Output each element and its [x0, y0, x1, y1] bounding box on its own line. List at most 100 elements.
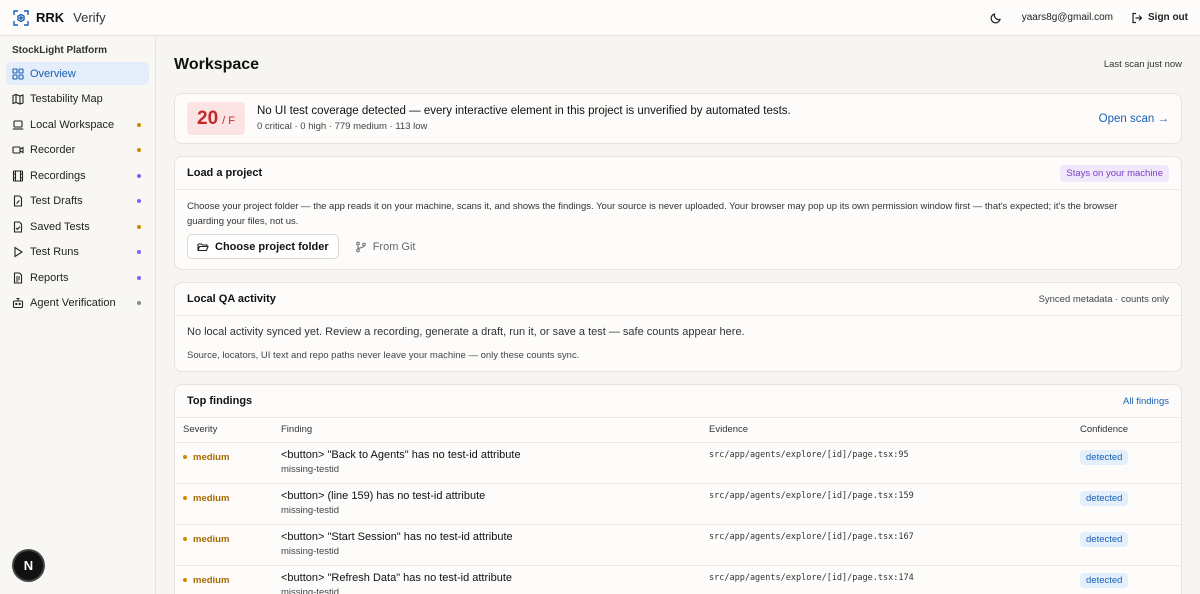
- status-dot: [137, 301, 141, 305]
- sidebar-item-test-runs[interactable]: Test Runs: [6, 241, 149, 264]
- finding-code: missing-testid: [281, 463, 340, 475]
- score-card: 20 / F No UI test coverage detected — ev…: [174, 93, 1182, 144]
- column-finding[interactable]: Finding: [273, 418, 701, 443]
- finding-cell: <button> "Back to Agents" has no test-id…: [273, 442, 701, 484]
- local-qa-meta: Synced metadata · counts only: [1038, 293, 1169, 305]
- brand-subtitle: Verify: [73, 10, 106, 25]
- film-icon: [12, 169, 24, 182]
- finding-cell: <button> "Start Session" has no test-id …: [273, 524, 701, 566]
- choose-project-folder-label: Choose project folder: [215, 240, 329, 253]
- confidence-cell: detected: [1072, 483, 1181, 525]
- severity-dot: [183, 537, 187, 541]
- evidence-cell: src/app/agents/explore/[id]/page.tsx:159: [701, 483, 1072, 525]
- status-dot: [137, 250, 141, 254]
- local-qa-privacy-note: Source, locators, UI text and repo paths…: [187, 350, 580, 361]
- score-badge: 20 / F: [187, 102, 245, 135]
- open-scan-link[interactable]: Open scan →: [1099, 113, 1169, 125]
- sidebar-item-recorder[interactable]: Recorder: [6, 139, 149, 162]
- finding-title: <button> "Refresh Data" has no test-id a…: [281, 571, 512, 584]
- severity-dot: [183, 496, 187, 500]
- table-row[interactable]: medium <button> "Start Session" has no te…: [175, 524, 1181, 566]
- sidebar-item-test-drafts[interactable]: Test Drafts: [6, 190, 149, 213]
- severity-cell: medium: [175, 524, 273, 566]
- sidebar-item-label: Local Workspace: [30, 118, 115, 131]
- sidebar-item-label: Saved Tests: [30, 220, 90, 233]
- brand[interactable]: RRK Verify: [12, 9, 106, 27]
- sidebar-item-recordings[interactable]: Recordings: [6, 164, 149, 187]
- choose-project-folder-button[interactable]: Choose project folder: [187, 234, 339, 259]
- table-row[interactable]: medium <button> "Refresh Data" has no tes…: [175, 565, 1181, 594]
- table-row[interactable]: medium <button> "Back to Agents" has no t…: [175, 442, 1181, 484]
- status-dot: [137, 199, 141, 203]
- local-qa-empty-message: No local activity synced yet. Review a r…: [187, 326, 745, 338]
- confidence-cell: detected: [1072, 565, 1181, 594]
- evidence-path[interactable]: src/app/agents/explore/[id]/page.tsx:167: [709, 531, 1064, 542]
- column-confidence[interactable]: Confidence: [1072, 418, 1181, 443]
- sidebar-item-label: Agent Verification: [30, 297, 116, 309]
- video-icon: [12, 144, 24, 156]
- findings-table: Severity Finding Evidence Confidence med…: [175, 418, 1181, 594]
- play-icon: [12, 246, 24, 258]
- avatar[interactable]: N: [14, 551, 43, 580]
- sidebar-item-label: Recorder: [30, 144, 76, 156]
- map-icon: [12, 93, 24, 105]
- local-qa-title: Local QA activity: [187, 293, 276, 305]
- sidebar-item-reports[interactable]: Reports: [6, 266, 149, 289]
- table-row[interactable]: medium <button> (line 159) has no test-id…: [175, 483, 1181, 525]
- sign-out-button[interactable]: Sign out: [1131, 12, 1188, 24]
- severity-label: medium: [193, 574, 230, 586]
- evidence-path[interactable]: src/app/agents/explore/[id]/page.tsx:159: [709, 490, 1064, 501]
- severity-label: medium: [193, 533, 230, 545]
- grid-icon: [12, 67, 24, 80]
- from-git-button[interactable]: From Git: [355, 240, 416, 253]
- severity-cell: medium: [175, 483, 273, 525]
- severity-cell: medium: [175, 442, 273, 484]
- sidebar-item-saved-tests[interactable]: Saved Tests: [6, 215, 149, 238]
- finding-cell: <button> "Refresh Data" has no test-id a…: [273, 565, 701, 594]
- sidebar-item-label: Testability Map: [30, 93, 103, 105]
- confidence-badge: detected: [1080, 531, 1129, 547]
- severity-label: medium: [193, 451, 230, 463]
- theme-toggle-moon-icon[interactable]: [988, 10, 1004, 26]
- sidebar-item-label: Test Drafts: [30, 195, 83, 207]
- finding-code: missing-testid: [281, 545, 340, 557]
- finding-title: <button> "Back to Agents" has no test-id…: [281, 448, 521, 461]
- privacy-badge: Stays on your machine: [1060, 164, 1169, 182]
- column-evidence[interactable]: Evidence: [701, 418, 1072, 443]
- sidebar-item-label: Reports: [30, 271, 69, 284]
- severity-dot: [183, 455, 187, 459]
- evidence-path[interactable]: src/app/agents/explore/[id]/page.tsx:174: [709, 572, 1064, 583]
- status-dot: [137, 148, 141, 152]
- brand-name: RRK: [36, 10, 65, 25]
- from-git-label: From Git: [372, 240, 416, 253]
- sidebar-item-label: Test Runs: [30, 246, 79, 258]
- report-icon: [12, 271, 24, 284]
- sidebar-item-testability-map[interactable]: Testability Map: [6, 88, 149, 111]
- column-severity[interactable]: Severity: [175, 418, 273, 443]
- file-check-icon: [12, 220, 24, 233]
- status-dot: [137, 275, 141, 280]
- confidence-badge: detected: [1080, 572, 1129, 588]
- score-grade: / F: [222, 115, 235, 127]
- top-findings-card: Top findings All findings Severity Findi…: [174, 384, 1182, 594]
- user-email: yaars8g@gmail.com: [1021, 12, 1113, 23]
- evidence-path[interactable]: src/app/agents/explore/[id]/page.tsx:95: [709, 449, 1064, 460]
- status-dot: [137, 224, 141, 229]
- sidebar-item-agent-verification[interactable]: Agent Verification: [6, 292, 149, 315]
- bot-icon: [12, 297, 24, 309]
- top-findings-title: Top findings: [187, 395, 253, 407]
- file-edit-icon: [12, 195, 24, 207]
- sidebar-item-overview[interactable]: Overview: [6, 62, 149, 85]
- evidence-cell: src/app/agents/explore/[id]/page.tsx:167: [701, 524, 1072, 566]
- sign-out-label: Sign out: [1148, 12, 1188, 23]
- finding-cell: <button> (line 159) has no test-id attri…: [273, 483, 701, 525]
- brand-logo-icon: [12, 9, 30, 27]
- evidence-cell: src/app/agents/explore/[id]/page.tsx:95: [701, 442, 1072, 484]
- load-project-title: Load a project: [187, 167, 263, 179]
- finding-code: missing-testid: [281, 504, 340, 516]
- sidebar-item-label: Overview: [30, 67, 76, 80]
- local-qa-card: Local QA activity Synced metadata · coun…: [174, 282, 1182, 372]
- sidebar-item-local-workspace[interactable]: Local Workspace: [6, 113, 149, 136]
- finding-code: missing-testid: [281, 586, 340, 594]
- all-findings-link[interactable]: All findings: [1123, 396, 1169, 407]
